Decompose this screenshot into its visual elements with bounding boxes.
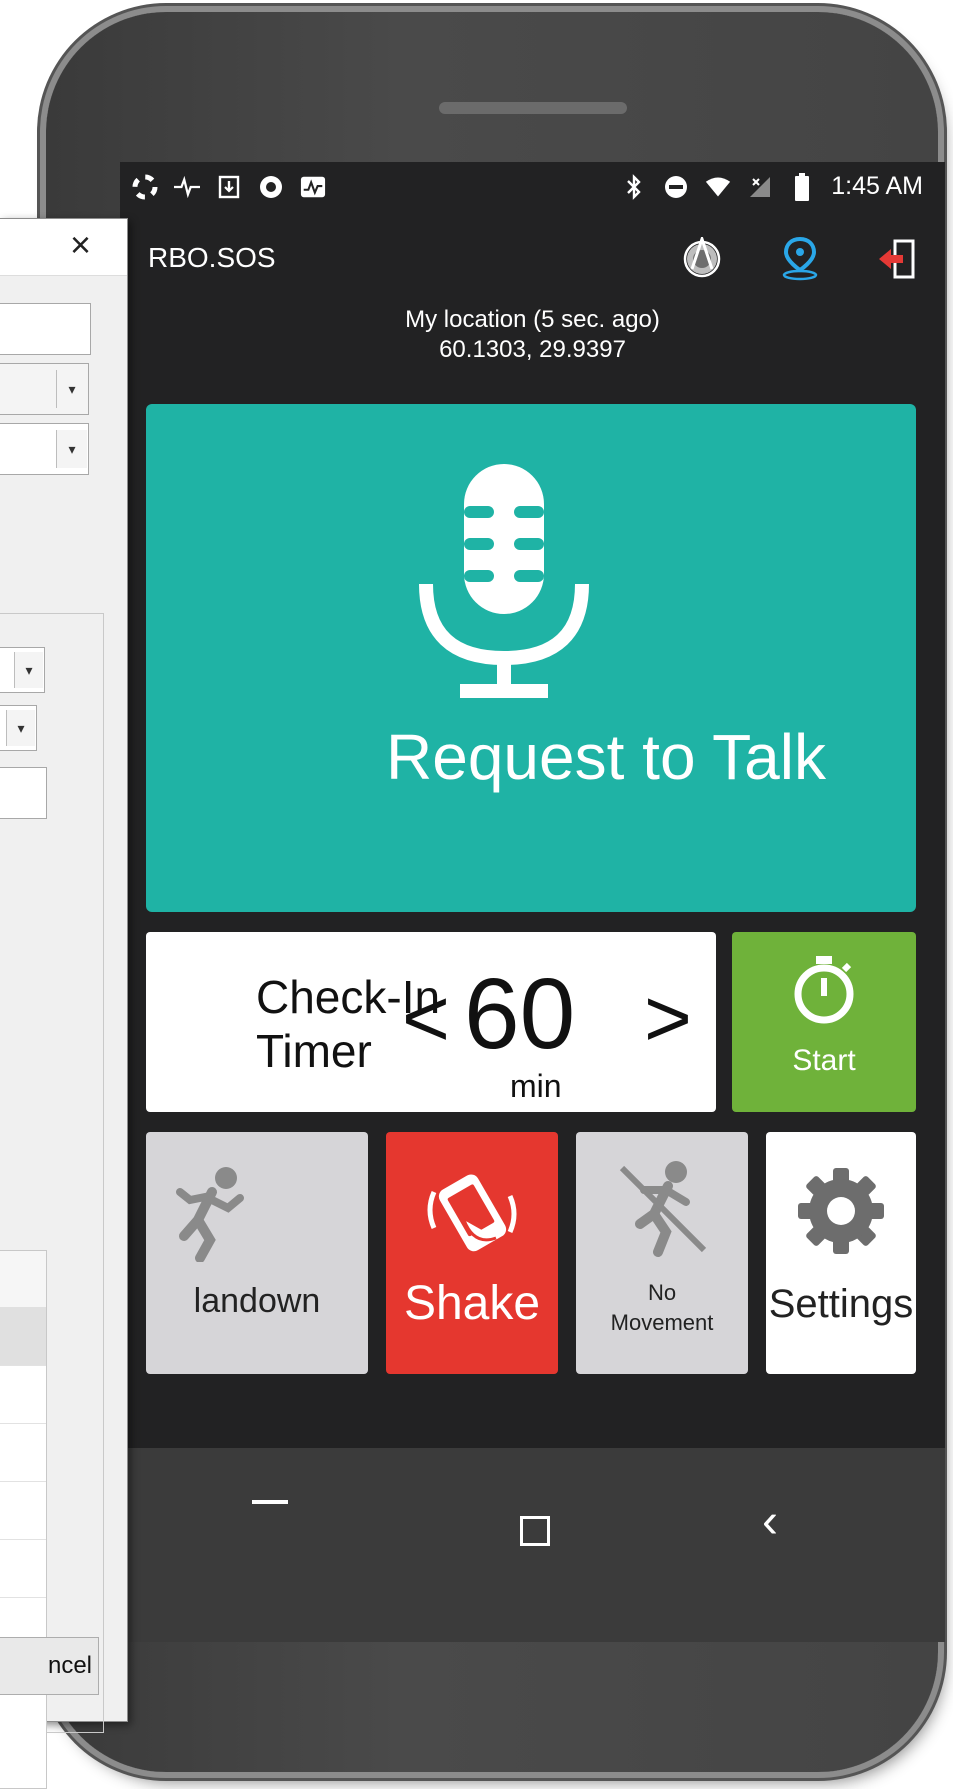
checkin-timer: Check-In Timer < 60 > min [146,932,716,1112]
stopwatch-icon [794,956,854,1024]
logout-icon[interactable] [873,234,923,284]
my-location: My location (5 sec. ago) 60.1303, 29.939… [120,305,945,365]
list-header [0,1251,46,1308]
list-item[interactable] [0,1539,46,1598]
close-icon[interactable]: × [70,227,91,263]
location-age: My location (5 sec. ago) [405,306,660,333]
dialog-titlebar: × [0,219,127,276]
chevron-down-icon[interactable]: ▾ [14,652,43,688]
android-nav-bar: ‹ [120,1448,945,1642]
falling-person-icon [176,1167,244,1262]
download-icon [216,174,242,200]
dialog-combo-4[interactable]: ▾ [0,705,37,751]
wifi-icon [705,174,731,200]
timer-unit: min [510,1068,562,1104]
no-signal-icon [747,174,773,200]
timer-value: 60 [464,958,576,1070]
phone-screen: 1:45 AM RBO.SOS My location (5 sec. ago)… [120,162,945,1642]
gear-icon [798,1168,884,1254]
settings-label: Settings [768,1282,914,1326]
phone-speaker [439,102,627,114]
chevron-down-icon[interactable]: ▾ [6,710,35,746]
dialog-list[interactable] [0,1250,47,1789]
nav-home-button[interactable] [520,1516,550,1546]
microphone-icon [419,464,589,698]
list-item[interactable] [0,1365,46,1424]
timer-decrement-button[interactable]: < [402,978,450,1060]
activity-icon [300,174,326,200]
list-item[interactable] [0,1307,46,1366]
timer-increment-button[interactable]: > [644,978,692,1060]
no-movement-label: No Movement [610,1280,714,1335]
status-time: 1:45 AM [831,172,923,200]
record-icon [258,174,284,200]
battery-icon [789,172,815,201]
chevron-down-icon[interactable]: ▾ [56,430,87,468]
nav-back-button[interactable]: ‹ [762,1498,778,1546]
list-item[interactable] [0,1423,46,1482]
location-pin-icon[interactable] [775,234,825,284]
shake-label: Shake [403,1277,541,1330]
status-bar: 1:45 AM [120,162,945,214]
settings-dialog-window: × ▾ ▾ ▾ ▾ [0,218,128,1789]
no-movement-icon [619,1161,707,1257]
dialog-text-field-2[interactable] [0,767,47,819]
pulse-icon [174,174,200,200]
bluetooth-icon [621,173,647,200]
cancel-button[interactable]: ncel [0,1637,99,1695]
list-item[interactable] [0,1481,46,1540]
dialog-text-field-1[interactable] [0,303,91,355]
no-movement-button[interactable]: No Movement [576,1132,748,1374]
mandown-button[interactable]: landown [146,1132,368,1374]
start-label: Start [792,1044,856,1077]
gps-satellite-icon[interactable] [677,234,727,284]
location-coordinates: 60.1303, 29.9397 [439,336,626,363]
chevron-down-icon[interactable]: ▾ [56,370,87,408]
start-timer-button[interactable]: Start [732,932,916,1112]
mandown-label: landown [193,1282,321,1320]
dialog-combo-1[interactable]: ▾ [0,363,89,415]
nav-recents-button[interactable] [252,1500,288,1504]
cancel-label: ncel [47,1652,92,1679]
lifebuoy-icon [132,174,158,200]
app-title: RBO.SOS [148,242,276,273]
app-bar: RBO.SOS [120,230,945,294]
phone-frame: 1:45 AM RBO.SOS My location (5 sec. ago)… [46,12,945,1772]
request-to-talk-button[interactable]: Request to Talk [146,404,916,912]
settings-button[interactable]: Settings [766,1132,916,1374]
shake-button[interactable]: Shake [386,1132,558,1374]
request-to-talk-label: Request to Talk [386,721,826,793]
dialog-combo-3[interactable]: ▾ [0,647,45,693]
shake-phone-icon [427,1174,517,1252]
dialog-combo-2[interactable]: ▾ [0,423,89,475]
do-not-disturb-icon [663,174,689,200]
